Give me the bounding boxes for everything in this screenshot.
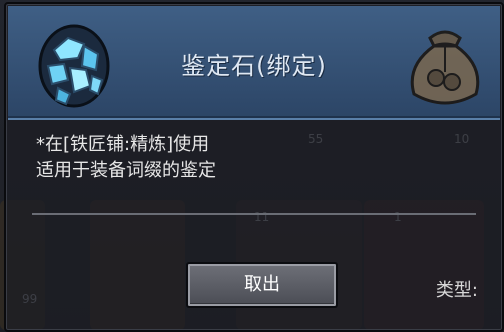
type-label: 类型: — [435, 280, 478, 301]
description-line: *在[铁匠铺:精炼]使用 — [36, 134, 210, 155]
divider — [32, 213, 476, 215]
tooltip-header: 鉴定石(绑定) — [8, 6, 500, 120]
item-tooltip-panel: 鉴定石(绑定) *在[铁匠铺:精炼]使用 适用于装备词缀的鉴定 取出 类型: — [4, 2, 504, 332]
cloth-pouch-icon — [410, 30, 480, 105]
item-description: *在[铁匠铺:精炼]使用 适用于装备词缀的鉴定 — [36, 132, 216, 184]
take-out-button[interactable]: 取出 — [186, 262, 338, 308]
description-line: 适用于装备词缀的鉴定 — [36, 160, 216, 181]
